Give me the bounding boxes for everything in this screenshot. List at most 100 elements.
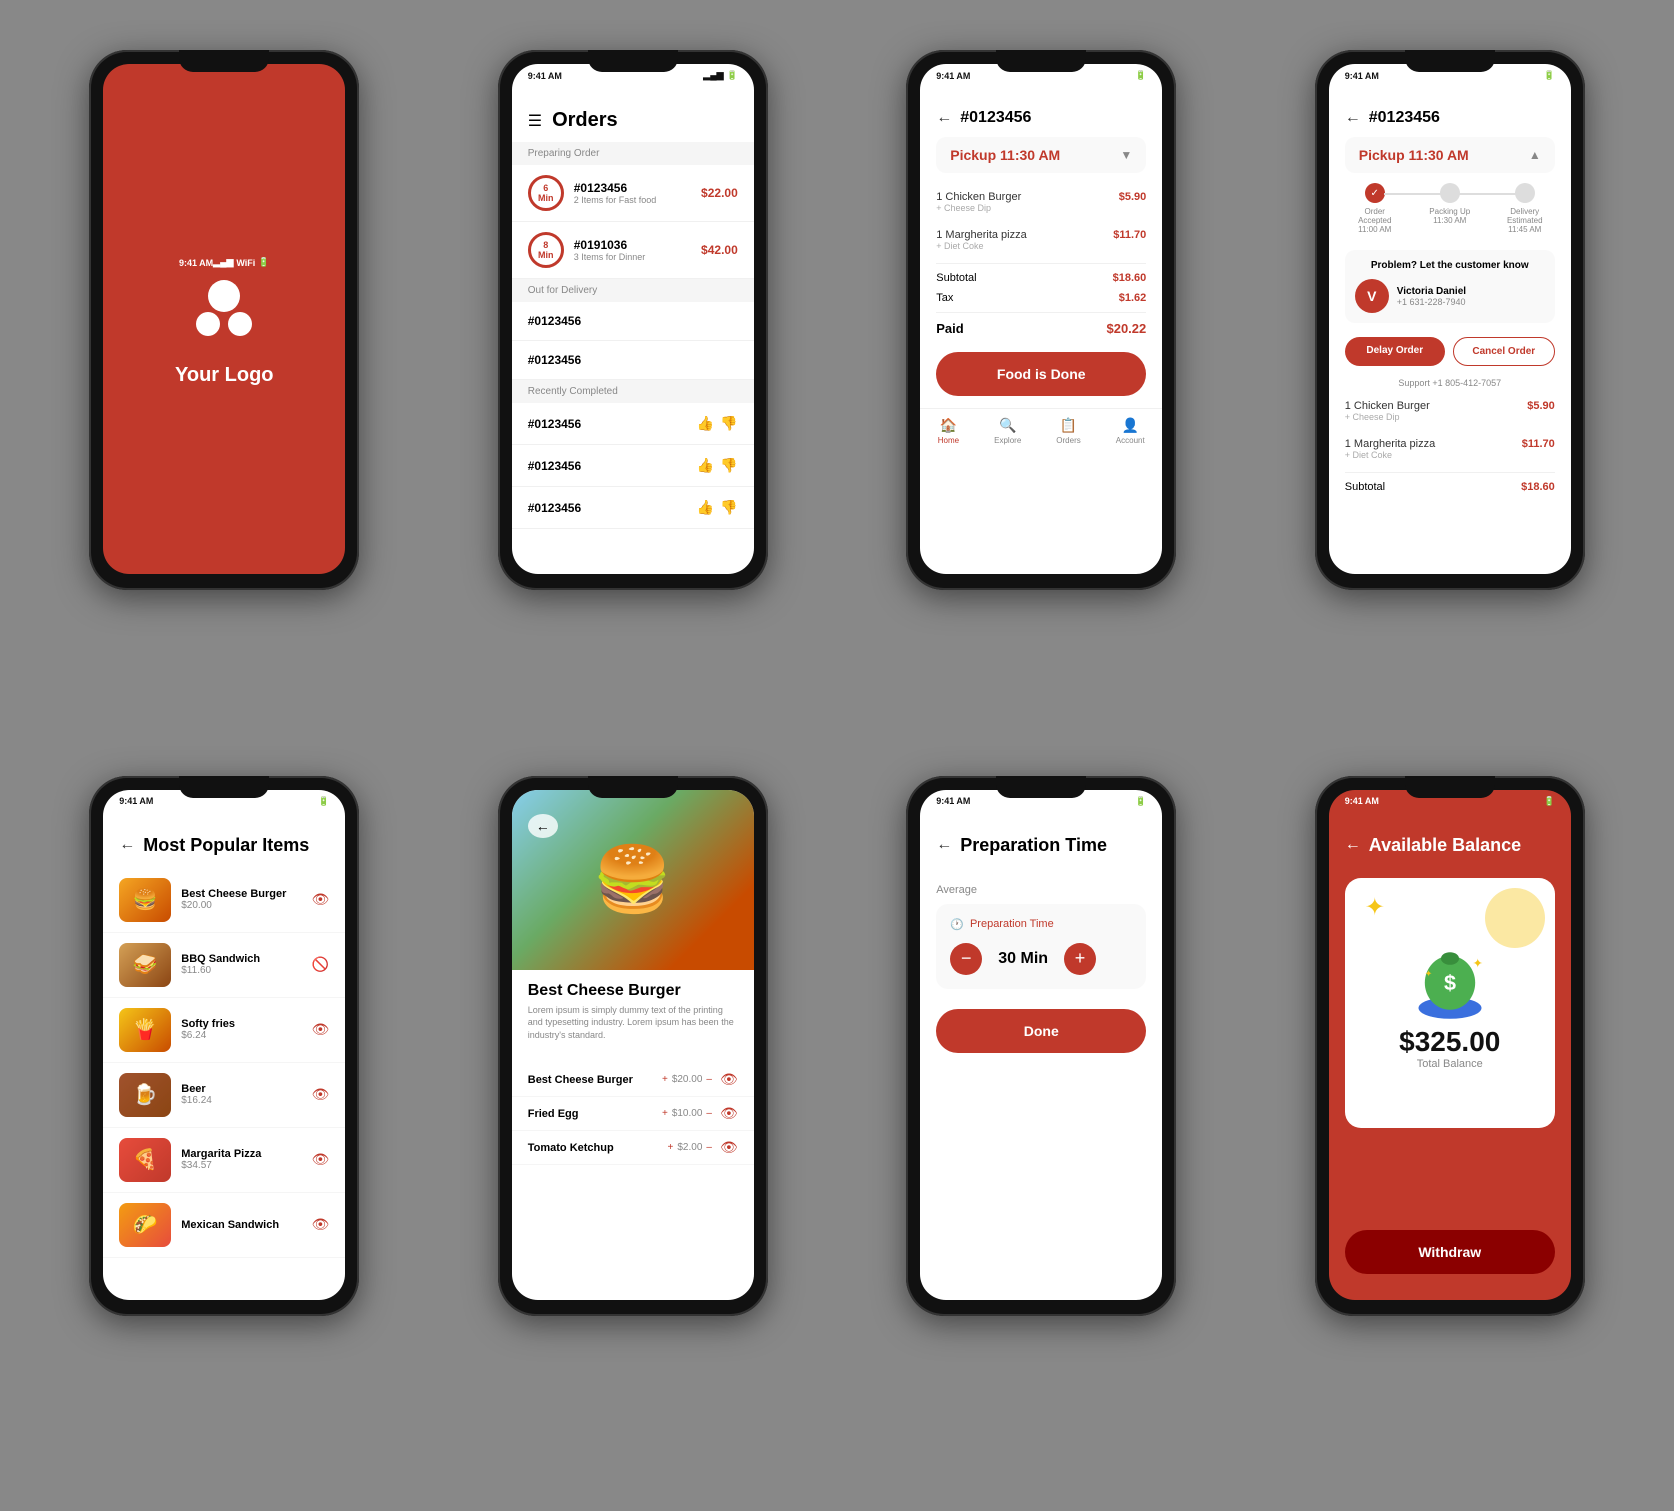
menu-info-3: Beer $16.24 [181, 1083, 301, 1106]
addon-remove-0[interactable]: – [706, 1074, 712, 1085]
popular-screen: 9:41 AM 🔋 ← Most Popular Items 🍔 Best Ch… [103, 790, 345, 1300]
order-price-1: $22.00 [701, 186, 738, 200]
back-button-problem[interactable]: ← [1345, 109, 1361, 127]
thumbs-1: 👍 👎 [697, 415, 738, 432]
menu-item-5[interactable]: 🌮 Mexican Sandwich 👁 [103, 1193, 345, 1258]
addon-item-0[interactable]: Best Cheese Burger + $20.00 – 👁 [512, 1063, 754, 1097]
thumbs-3: 👍 👎 [697, 499, 738, 516]
thumbup-icon-2[interactable]: 👍 [697, 457, 714, 474]
back-button-balance[interactable]: ← [1345, 836, 1361, 854]
delivery-order-2[interactable]: #0123456 [512, 341, 754, 380]
eye-icon-0[interactable]: 👁 [311, 891, 329, 908]
thumbup-icon[interactable]: 👍 [697, 415, 714, 432]
balance-card: ✦ $ ✦ ✦ $325.00 Total Balance [1345, 878, 1555, 1128]
money-bag-icon: $ ✦ ✦ [1405, 936, 1495, 1026]
menu-item-0[interactable]: 🍔 Best Cheese Burger $20.00 👁 [103, 868, 345, 933]
order-item-1[interactable]: 6 Min #0123456 2 Items for Fast food $22… [512, 165, 754, 222]
track-label-2: Packing Up [1429, 207, 1470, 216]
track-label-1: OrderAccepted [1358, 207, 1391, 225]
subtotal-line: Subtotal $18.60 [920, 268, 1162, 288]
divider [1345, 472, 1555, 473]
nav-home[interactable]: 🏠 Home [938, 417, 959, 445]
status-icons: 🔋 [1544, 70, 1555, 81]
increase-button[interactable]: + [1064, 943, 1096, 975]
item2-sub: + Diet Coke [936, 241, 1027, 251]
delay-order-button[interactable]: Delay Order [1345, 337, 1445, 366]
addon-item-2[interactable]: Tomato Ketchup + $2.00 – 👁 [512, 1131, 754, 1165]
eye-icon-2[interactable]: 👁 [311, 1021, 329, 1038]
status-icons: ▂▄▆ WiFi 🔋 [213, 257, 269, 268]
addon-eye-0[interactable]: 👁 [720, 1071, 738, 1088]
menu-item-4[interactable]: 🍕 Margarita Pizza $34.57 👁 [103, 1128, 345, 1193]
delivery-order-1[interactable]: #0123456 [512, 302, 754, 341]
completed-order-3[interactable]: #0123456 👍 👎 [512, 487, 754, 529]
decrease-button[interactable]: − [950, 943, 982, 975]
delivery-id-1: #0123456 [528, 314, 738, 328]
nav-account[interactable]: 👤 Account [1116, 417, 1145, 445]
item2-name: 1 Margherita pizza [936, 229, 1027, 241]
addon-item-1[interactable]: Fried Egg + $10.00 – 👁 [512, 1097, 754, 1131]
order-item-2[interactable]: 8 Min #0191036 3 Items for Dinner $42.00 [512, 222, 754, 279]
problem-header: ← #0123456 [1329, 81, 1571, 137]
menu-item-3[interactable]: 🍺 Beer $16.24 👁 [103, 1063, 345, 1128]
cancel-order-button[interactable]: Cancel Order [1453, 337, 1555, 366]
phone-frame-problem: 9:41 AM 🔋 ← #0123456 Pickup 11:30 AM ▲ ✓… [1315, 50, 1585, 590]
addon-eye-2[interactable]: 👁 [720, 1139, 738, 1156]
item1-name: 1 Chicken Burger [936, 191, 1021, 203]
balance-amount: $325.00 [1399, 1026, 1500, 1058]
item1-price: $5.90 [1119, 191, 1147, 213]
status-icons: ▂▄▆ 🔋 [703, 70, 737, 81]
eye-icon-4[interactable]: 👁 [311, 1151, 329, 1168]
deco-blob [1485, 888, 1545, 948]
explore-icon: 🔍 [999, 417, 1016, 434]
track-time-1: 11:00 AM [1358, 225, 1391, 234]
order-id-1: #0123456 [574, 181, 701, 195]
addon-remove-1[interactable]: – [706, 1108, 712, 1119]
burger-back-button[interactable]: ← [528, 818, 558, 836]
pickup-time-problem: Pickup 11:30 AM [1359, 147, 1469, 163]
track-dot-3 [1515, 183, 1535, 203]
nav-explore[interactable]: 🔍 Explore [994, 417, 1021, 445]
thumbdown-icon[interactable]: 👎 [720, 415, 737, 432]
section-delivery-label: Out for Delivery [512, 279, 754, 302]
timer-2: 8 Min [528, 232, 564, 268]
thumbdown-icon-3[interactable]: 👎 [720, 499, 737, 516]
thumbup-icon-3[interactable]: 👍 [697, 499, 714, 516]
nav-orders[interactable]: 📋 Orders [1056, 417, 1080, 445]
addon-add-2[interactable]: + [668, 1142, 674, 1153]
done-button[interactable]: Done [936, 1009, 1146, 1053]
withdraw-button[interactable]: Withdraw [1345, 1230, 1555, 1274]
nav-home-label: Home [938, 436, 959, 445]
back-button[interactable]: ← [936, 109, 952, 127]
menu-item-2[interactable]: 🍟 Softy fries $6.24 👁 [103, 998, 345, 1063]
completed-order-2[interactable]: #0123456 👍 👎 [512, 445, 754, 487]
pickup-bar-problem[interactable]: Pickup 11:30 AM ▲ [1345, 137, 1555, 173]
addon-add-0[interactable]: + [662, 1074, 668, 1085]
back-button-prep[interactable]: ← [936, 836, 952, 854]
eye-icon-3[interactable]: 👁 [311, 1086, 329, 1103]
status-time: 9:41 AM [528, 71, 562, 81]
menu-info-0: Best Cheese Burger $20.00 [181, 888, 301, 911]
status-time: 9:41 AM [1345, 71, 1379, 81]
pickup-bar[interactable]: Pickup 11:30 AM ▼ [936, 137, 1146, 173]
eye-icon-5[interactable]: 👁 [311, 1216, 329, 1233]
tax-line: Tax $1.62 [920, 288, 1162, 308]
hamburger-menu-icon[interactable]: ☰ [528, 111, 542, 131]
status-time: 9:41 AM [936, 796, 970, 806]
menu-name-2: Softy fries [181, 1018, 301, 1030]
addon-remove-2[interactable]: – [706, 1142, 712, 1153]
completed-order-1[interactable]: #0123456 👍 👎 [512, 403, 754, 445]
problem-item2-name: 1 Margherita pizza [1345, 438, 1436, 450]
addon-add-1[interactable]: + [662, 1108, 668, 1119]
notch [179, 50, 269, 72]
addon-eye-1[interactable]: 👁 [720, 1105, 738, 1122]
thumbdown-icon-2[interactable]: 👎 [720, 457, 737, 474]
back-button-popular[interactable]: ← [119, 836, 135, 854]
menu-item-1[interactable]: 🥪 BBQ Sandwich $11.60 🚫 [103, 933, 345, 998]
food-done-button[interactable]: Food is Done [936, 352, 1146, 396]
orders-screen: 9:41 AM ▂▄▆ 🔋 ☰ Orders Preparing Order 6… [512, 64, 754, 574]
phone-frame-burger: 🍔 ← Best Cheese Burger Lorem ipsum is si… [498, 776, 768, 1316]
menu-info-2: Softy fries $6.24 [181, 1018, 301, 1041]
eye-crossed-icon-1[interactable]: 🚫 [312, 956, 329, 973]
status-bar-splash: 9:41 AM ▂▄▆ WiFi 🔋 [163, 251, 286, 268]
